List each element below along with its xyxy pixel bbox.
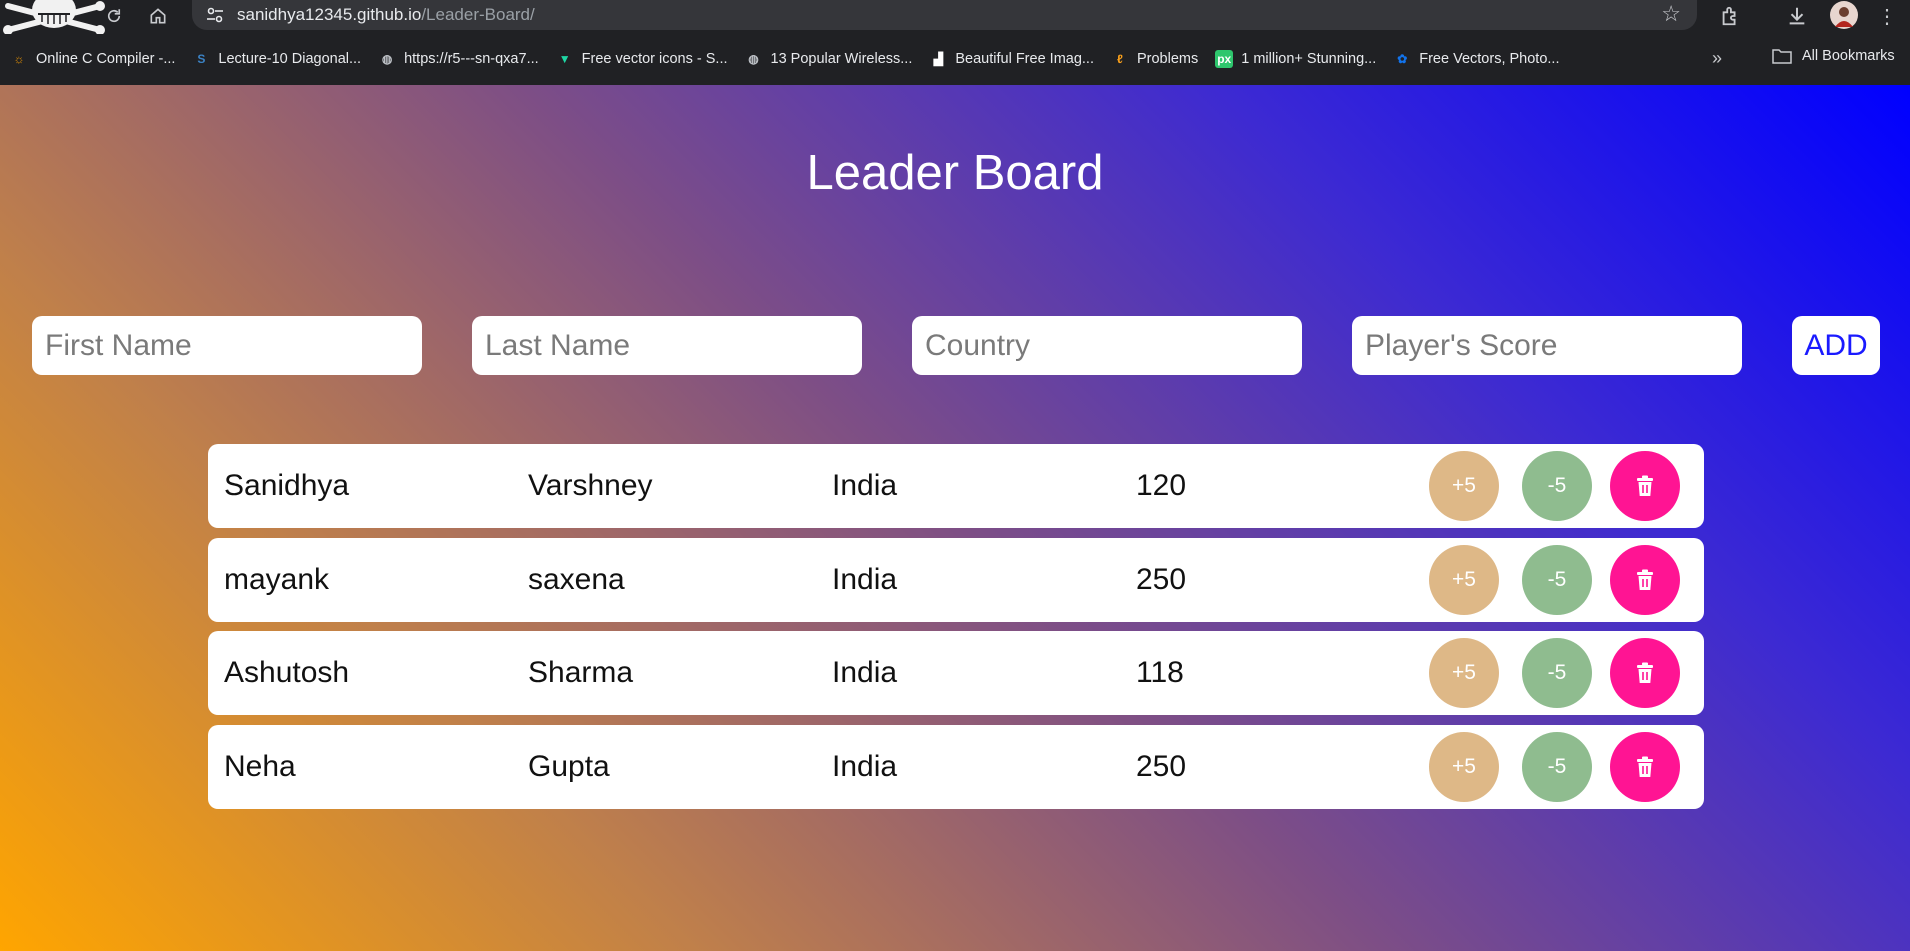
home-icon[interactable] <box>144 2 172 30</box>
player-country: India <box>832 656 898 689</box>
increase-score-button[interactable]: +5 <box>1429 451 1499 521</box>
bookmark-label: https://r5---sn-qxa7... <box>404 51 539 67</box>
player-country: India <box>832 749 898 783</box>
site-settings-icon[interactable] <box>206 6 224 24</box>
bookmark-item[interactable]: ℓ Problems <box>1111 50 1198 68</box>
bookmark-label: Problems <box>1136 51 1199 67</box>
bookmark-label: Beautiful Free Imag... <box>955 51 1094 67</box>
trash-icon <box>1635 569 1655 591</box>
player-score: 250 <box>1136 749 1187 783</box>
decrease-score-button[interactable]: -5 <box>1522 638 1592 708</box>
folder-icon <box>1772 48 1792 64</box>
leetcode-icon: ℓ <box>1117 52 1123 66</box>
profile-avatar[interactable] <box>1828 0 1860 30</box>
player-first-name: Ashutosh <box>224 656 350 689</box>
globe-icon: ◍ <box>748 52 759 66</box>
bookmark-item[interactable]: ☼ Online C Compiler -... <box>10 50 176 68</box>
reload-icon[interactable] <box>100 2 128 30</box>
browser-toolbar: sanidhya12345.github.io/Leader-Board/ ☆ … <box>0 0 1910 34</box>
country-input[interactable] <box>912 316 1302 375</box>
delete-player-button[interactable] <box>1610 638 1680 708</box>
leaderboard-page: Leader Board ADD Sanidhya Varshney India 12… <box>0 85 1910 951</box>
increase-score-button[interactable]: +5 <box>1429 731 1499 802</box>
player-row: mayank saxena India 250 +5 -5 <box>208 537 1704 622</box>
bookmark-star-icon[interactable]: ☆ <box>1661 1 1681 27</box>
delete-player-button[interactable] <box>1610 731 1680 802</box>
player-last-name: Sharma <box>528 656 634 689</box>
trash-icon <box>1635 475 1655 497</box>
bookmark-item[interactable]: ✿ Free Vectors, Photo... <box>1393 50 1559 68</box>
player-row: Ashutosh Sharma India 118 +5 -5 <box>208 631 1704 715</box>
trash-icon <box>1635 662 1655 684</box>
bookmark-item[interactable]: ▟ Beautiful Free Imag... <box>929 50 1094 68</box>
freepik-icon: ✿ <box>1397 52 1408 66</box>
score-input[interactable] <box>1352 316 1742 375</box>
increase-score-button[interactable]: +5 <box>1429 638 1499 708</box>
menu-kebab-icon[interactable]: ⋮ <box>1873 2 1901 30</box>
decrease-score-button[interactable]: -5 <box>1522 451 1592 521</box>
player-score: 118 <box>1136 656 1184 689</box>
decrease-score-button[interactable]: -5 <box>1522 731 1592 802</box>
add-button[interactable]: ADD <box>1792 316 1880 375</box>
player-first-name: Sanidhya <box>224 469 350 502</box>
v-logo-icon: ▼ <box>558 52 571 66</box>
player-last-name: saxena <box>528 562 625 596</box>
sun-icon: ☼ <box>13 52 25 66</box>
bookmark-label: Lecture-10 Diagonal... <box>218 51 362 67</box>
extensions-icon[interactable] <box>1716 2 1744 30</box>
delete-player-button[interactable] <box>1610 544 1680 615</box>
player-first-name: mayank <box>224 562 330 596</box>
bookmark-item[interactable]: ◍ https://r5---sn-qxa7... <box>378 50 539 68</box>
player-row: Neha Gupta India 250 +5 -5 <box>208 724 1704 809</box>
download-icon[interactable] <box>1783 2 1811 30</box>
url-domain: sanidhya12345.github.io <box>237 5 422 24</box>
player-country: India <box>832 562 898 596</box>
bookmark-item[interactable]: ◍ 13 Popular Wireless... <box>745 50 913 68</box>
bookmark-item[interactable]: ▼ Free vector icons - S... <box>556 50 728 68</box>
player-last-name: Gupta <box>528 749 610 783</box>
trash-icon <box>1635 756 1655 778</box>
all-bookmarks-button[interactable]: All Bookmarks <box>1772 48 1895 64</box>
bookmark-item[interactable]: px 1 million+ Stunning... <box>1215 50 1376 68</box>
page-title: Leader Board <box>806 146 1104 200</box>
bookmark-label: Free vector icons - S... <box>581 51 728 67</box>
url-path: /Leader-Board/ <box>421 5 535 24</box>
bookmark-label: Online C Compiler -... <box>36 51 176 67</box>
decrease-score-button[interactable]: -5 <box>1522 544 1592 615</box>
player-country: India <box>832 469 898 502</box>
player-last-name: Varshney <box>528 469 653 502</box>
bookmark-label: 13 Popular Wireless... <box>770 51 913 67</box>
player-first-name: Neha <box>224 749 296 783</box>
delete-player-button[interactable] <box>1610 451 1680 521</box>
address-bar[interactable]: sanidhya12345.github.io/Leader-Board/ ☆ <box>192 0 1697 30</box>
player-row: Sanidhya Varshney India 120 +5 -5 <box>208 444 1704 528</box>
bookmarks-bar: ☼ Online C Compiler -... S Lecture-10 Diago… <box>0 44 1910 74</box>
pixabay-icon: px <box>1215 50 1234 68</box>
s-logo-icon: S <box>197 52 206 66</box>
globe-icon: ◍ <box>381 52 393 66</box>
first-name-input[interactable] <box>32 316 422 375</box>
increase-score-button[interactable]: +5 <box>1429 544 1499 615</box>
unsplash-icon: ▟ <box>933 52 943 66</box>
bookmark-label: 1 million+ Stunning... <box>1241 51 1377 67</box>
last-name-input[interactable] <box>472 316 862 375</box>
one-piece-logo-icon <box>3 0 105 34</box>
url-text[interactable]: sanidhya12345.github.io/Leader-Board/ <box>237 5 535 25</box>
more-bookmarks-icon[interactable]: » <box>1712 48 1722 69</box>
player-score: 250 <box>1136 562 1187 596</box>
all-bookmarks-label: All Bookmarks <box>1802 48 1895 64</box>
bookmark-label: Free Vectors, Photo... <box>1419 51 1560 67</box>
bookmark-item[interactable]: S Lecture-10 Diagonal... <box>192 50 361 68</box>
player-score: 120 <box>1136 469 1187 502</box>
